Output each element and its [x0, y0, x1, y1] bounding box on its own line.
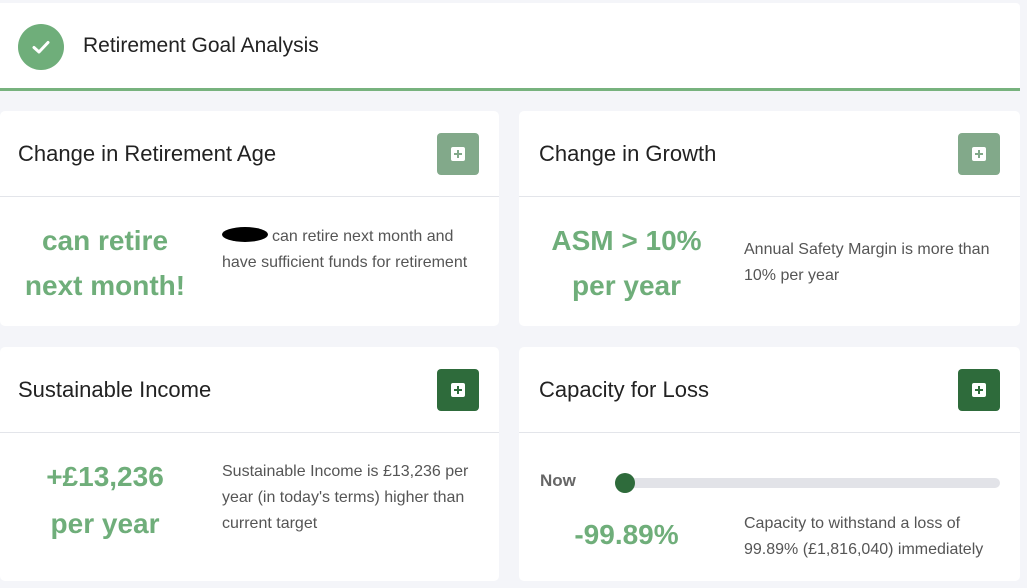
card-growth: Change in Growth ASM > 10% per year Annu… [519, 111, 1020, 326]
slider-label: Now [540, 471, 576, 490]
card-title: Change in Retirement Age [18, 141, 277, 166]
card-header: Sustainable Income [0, 347, 499, 433]
card-title: Capacity for Loss [539, 377, 709, 402]
card-header: Capacity for Loss [519, 347, 1020, 433]
check-circle-icon [18, 24, 64, 70]
expand-growth-button[interactable] [958, 133, 1000, 175]
plus-square-icon [451, 147, 465, 161]
card-sustainable-income: Sustainable Income +£13,236 per year Sus… [0, 347, 499, 581]
card-capacity-for-loss: Capacity for Loss Now -99.89% Capacity t… [519, 347, 1020, 581]
plus-square-icon [451, 383, 465, 397]
plus-square-icon [972, 383, 986, 397]
retirement-age-description: can retire next month and have sufficien… [222, 227, 468, 271]
expand-income-button[interactable] [437, 369, 479, 411]
redacted-name [222, 227, 268, 242]
income-description: Sustainable Income is £13,236 per year (… [222, 463, 469, 532]
card-header: Change in Retirement Age [0, 111, 499, 197]
income-headline: +£13,236 per year [46, 461, 164, 539]
card-retirement-age: Change in Retirement Age can retire next… [0, 111, 499, 326]
plus-square-icon [972, 147, 986, 161]
page-title: Retirement Goal Analysis [83, 34, 319, 57]
card-title: Change in Growth [539, 141, 717, 166]
growth-description: Annual Safety Margin is more than 10% pe… [744, 241, 990, 284]
capacity-slider-track[interactable] [615, 473, 1000, 493]
expand-retirement-age-button[interactable] [437, 133, 479, 175]
loss-headline: -99.89% [574, 519, 679, 550]
card-title: Sustainable Income [18, 377, 212, 402]
loss-description: Capacity to withstand a loss of 99.89% (… [744, 515, 984, 558]
slider-thumb[interactable] [615, 473, 635, 493]
goal-analysis-header: Retirement Goal Analysis [0, 3, 1020, 91]
retirement-age-headline: can retire next month! [24, 225, 186, 301]
growth-headline: ASM > 10% per year [551, 225, 702, 301]
expand-loss-button[interactable] [958, 369, 1000, 411]
card-header: Change in Growth [519, 111, 1020, 197]
